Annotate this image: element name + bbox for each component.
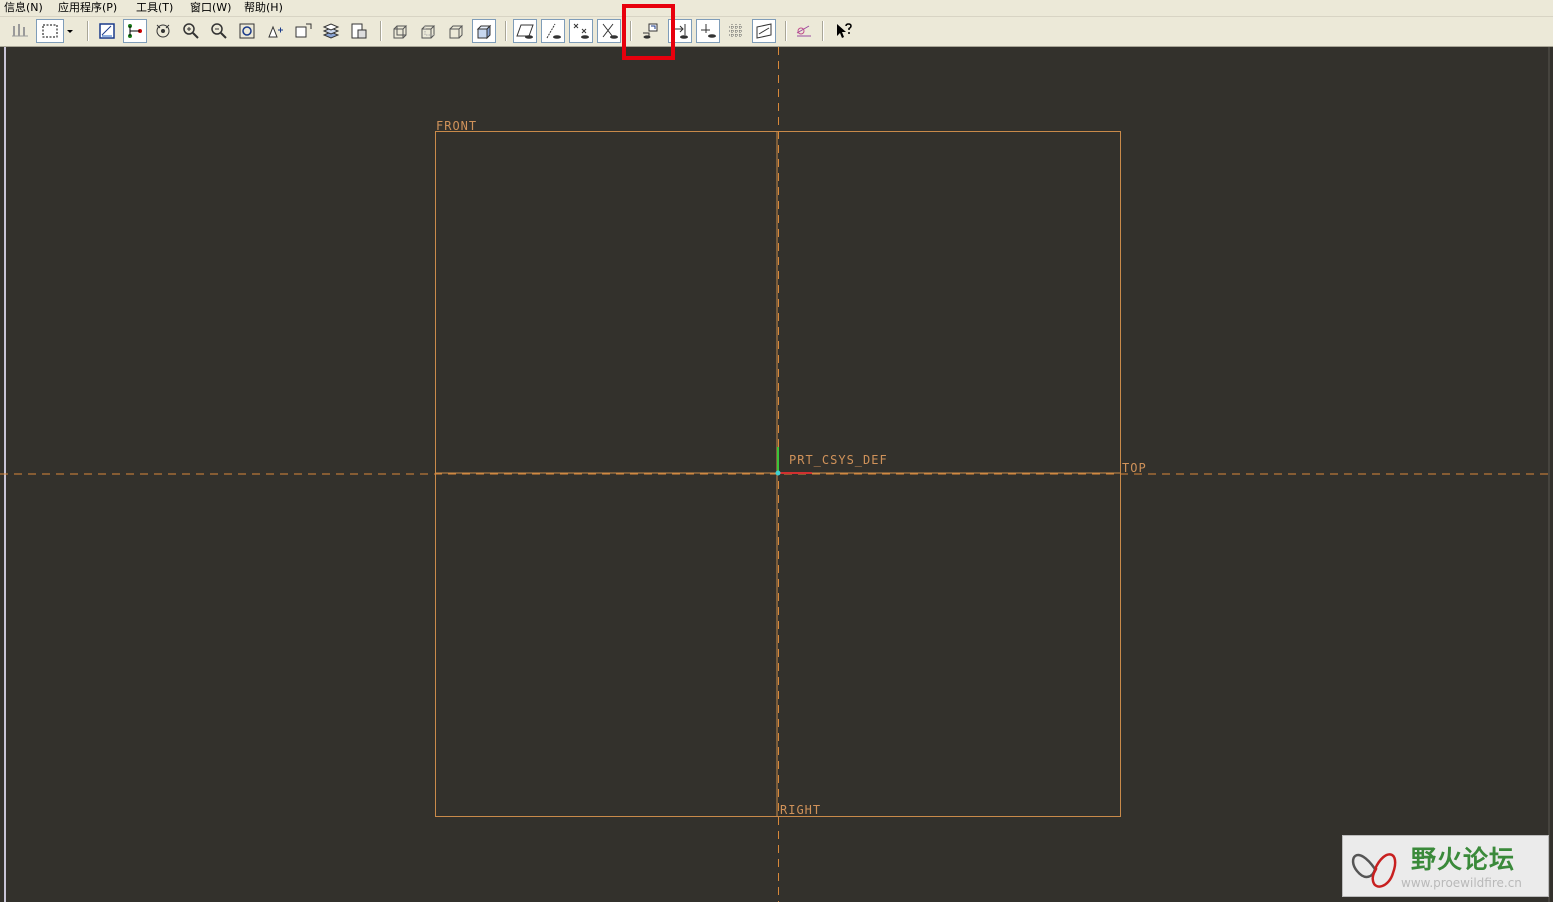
datum-axes-icon[interactable] [541,19,565,43]
filter-icon[interactable] [8,19,32,43]
right-datum-label[interactable]: RIGHT [780,804,821,816]
sketch-canvas [0,47,1553,902]
main-toolbar [0,17,1553,47]
sketch-view-icon[interactable] [752,19,776,43]
grid-display-icon[interactable] [724,19,748,43]
menu-tools[interactable]: 工具(T) [134,0,175,15]
dropdown-arrow-icon[interactable] [63,19,77,43]
top-datum-label[interactable]: TOP [1122,462,1147,474]
zoom-out-icon[interactable] [207,19,231,43]
menu-help[interactable]: 帮助(H) [242,0,285,15]
watermark-title: 野火论坛 [1411,845,1516,874]
wireframe-icon[interactable] [388,19,412,43]
datum-planes-icon[interactable] [513,19,537,43]
menu-window[interactable]: 窗口(W) [188,0,233,15]
menu-info[interactable]: 信息(N) [2,0,45,15]
box-select-icon[interactable] [36,19,64,43]
constraints-display-icon[interactable] [638,19,662,43]
vertex-display-icon[interactable] [696,19,720,43]
hidden-line-icon[interactable] [416,19,440,43]
zoom-in-icon[interactable] [179,19,203,43]
coordinate-systems-icon[interactable] [597,19,621,43]
watermark-url: www.proewildfire.cn [1401,876,1522,890]
view-normal-icon[interactable] [263,19,287,43]
csys-label[interactable]: PRT_CSYS_DEF [789,454,888,466]
orient-mode-icon[interactable] [151,19,175,43]
layers-icon[interactable] [319,19,343,43]
graphics-window[interactable]: FRONT TOP RIGHT PRT_CSYS_DEF [0,47,1553,902]
watermark-logo: 野火论坛 www.proewildfire.cn [1342,835,1549,897]
menu-bar: 信息(N) 应用程序(P) 工具(T) 窗口(W) 帮助(H) [0,0,1553,17]
dimensions-display-icon[interactable] [668,19,692,43]
no-hidden-icon[interactable] [444,19,468,43]
repaint-icon[interactable] [95,19,119,43]
sketcher-diagnostics-icon[interactable] [792,19,816,43]
datum-points-icon[interactable] [569,19,593,43]
spin-center-icon[interactable] [123,19,147,43]
watermark-butterfly-icon [1351,853,1397,888]
view-manager-icon[interactable] [347,19,371,43]
shading-icon[interactable] [472,19,496,43]
csys-origin[interactable] [775,470,781,476]
saved-views-icon[interactable] [291,19,315,43]
menu-applications[interactable]: 应用程序(P) [56,0,119,15]
refit-icon[interactable] [235,19,259,43]
front-datum-label[interactable]: FRONT [436,120,477,132]
context-help-icon[interactable] [832,19,856,43]
